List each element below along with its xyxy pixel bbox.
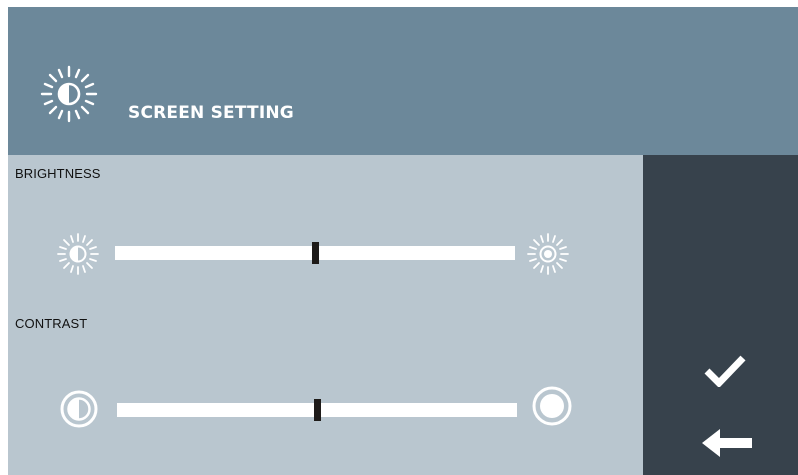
contrast-label: CONTRAST (15, 316, 88, 331)
checkmark-icon[interactable] (704, 353, 746, 387)
brightness-high-icon[interactable] (526, 232, 570, 276)
contrast-slider-track[interactable] (117, 399, 517, 421)
contrast-low-icon[interactable] (59, 389, 99, 429)
brightness-slider-thumb[interactable] (312, 242, 319, 264)
header-bar: SCREEN SETTING (8, 7, 798, 155)
brightness-slider-track[interactable] (115, 242, 515, 264)
contrast-high-icon[interactable] (531, 385, 573, 427)
screen-setting-panel: SCREEN SETTING BRIGHTNESS CONTRAST (8, 7, 798, 475)
action-panel (643, 155, 798, 475)
contrast-slider-thumb[interactable] (314, 399, 321, 421)
brightness-label: BRIGHTNESS (15, 166, 101, 181)
brightness-icon (40, 65, 98, 123)
brightness-low-icon[interactable] (56, 232, 100, 276)
back-arrow-icon[interactable] (702, 427, 752, 459)
page-title: SCREEN SETTING (128, 103, 294, 123)
